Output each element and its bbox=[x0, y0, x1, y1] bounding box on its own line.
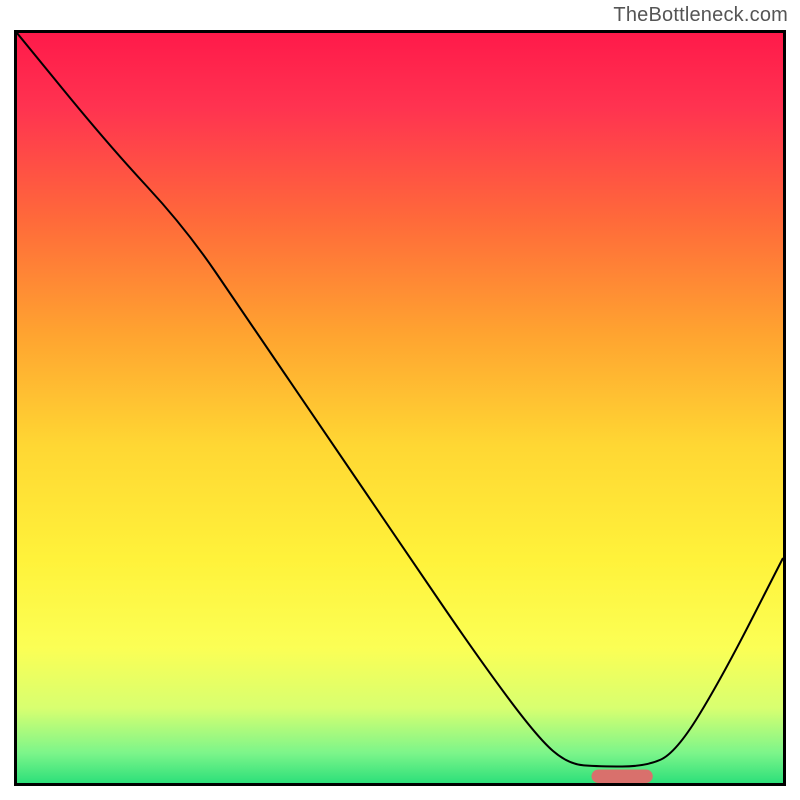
chart-frame: TheBottleneck.com bbox=[0, 0, 800, 800]
watermark-text: TheBottleneck.com bbox=[613, 4, 788, 27]
optimal-range-marker bbox=[592, 770, 653, 784]
plot-area bbox=[14, 30, 786, 786]
chart-svg bbox=[17, 33, 783, 783]
heat-background bbox=[17, 33, 783, 783]
